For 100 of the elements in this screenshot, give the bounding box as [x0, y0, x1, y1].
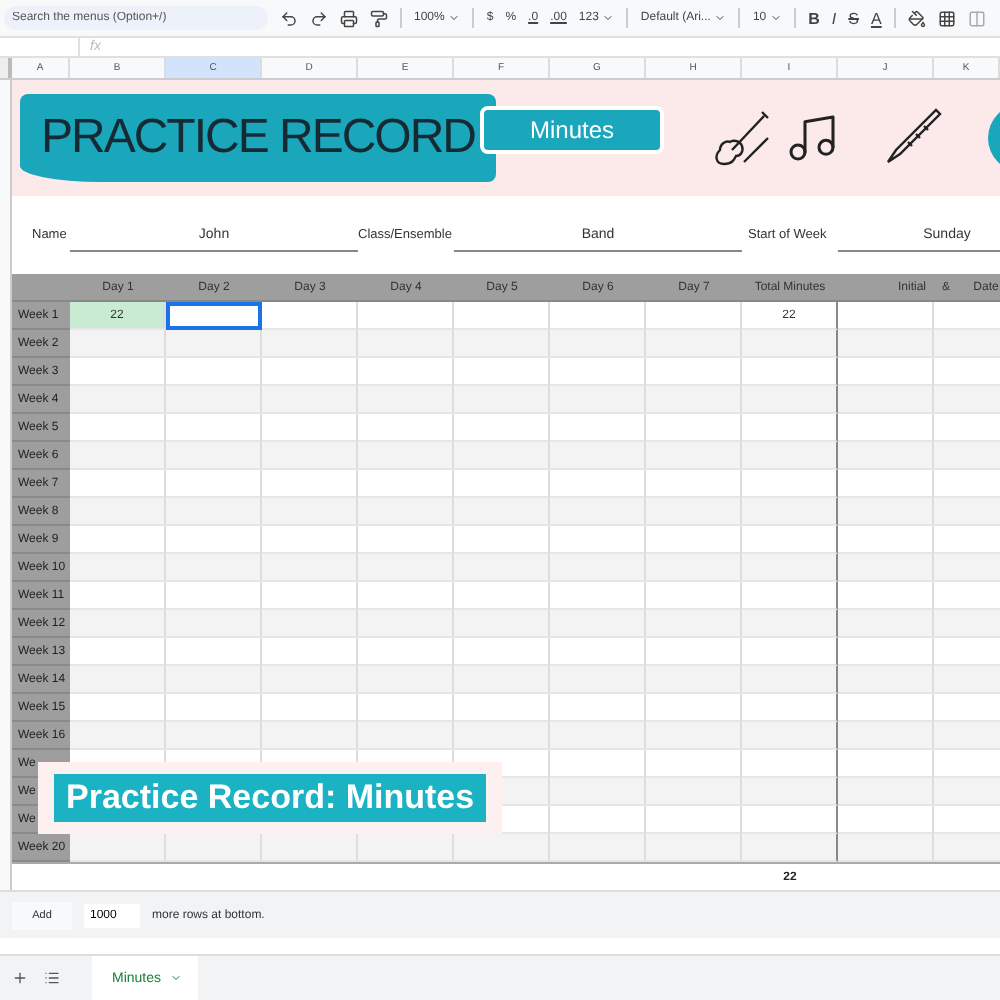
table-cell [646, 302, 742, 330]
table-cell [454, 638, 550, 666]
table-cell [262, 638, 358, 666]
table-cell [358, 498, 454, 526]
table-cell [838, 722, 934, 750]
table-cell [166, 330, 262, 358]
table-cell [166, 638, 262, 666]
table-cell [454, 414, 550, 442]
table-cell [166, 386, 262, 414]
table-cell [454, 666, 550, 694]
table-cell [550, 722, 646, 750]
table-cell [166, 442, 262, 470]
table-cell [742, 750, 838, 778]
table-cell [70, 610, 166, 638]
table-cell [646, 470, 742, 498]
table-cell [550, 386, 646, 414]
table-cell [646, 834, 742, 862]
table-cell [262, 610, 358, 638]
table-cell [742, 722, 838, 750]
table-cell [454, 498, 550, 526]
table-cell [838, 442, 934, 470]
table-cell [358, 694, 454, 722]
table-cell [358, 470, 454, 498]
table-cell [742, 442, 838, 470]
table-cell [262, 582, 358, 610]
table-cell [646, 414, 742, 442]
table-cell [550, 442, 646, 470]
table-cell [166, 666, 262, 694]
italic-button[interactable]: I [831, 9, 837, 27]
table-cell [166, 694, 262, 722]
table-cell [262, 442, 358, 470]
redo-icon[interactable] [310, 9, 328, 27]
table-cell [358, 358, 454, 386]
table-cell [70, 498, 166, 526]
table-cell [646, 750, 742, 778]
table-cell [838, 666, 934, 694]
table-cell [742, 778, 838, 806]
table-cell [838, 470, 934, 498]
caption-title: Practice Record: Minutes [54, 774, 487, 822]
table-cell [358, 302, 454, 330]
table-cell [358, 414, 454, 442]
undo-icon[interactable] [280, 9, 298, 27]
table-cell [70, 582, 166, 610]
table-cell [646, 610, 742, 638]
bold-button[interactable]: B [808, 9, 820, 27]
table-cell [742, 834, 838, 862]
table-cell [550, 806, 646, 834]
table-cell [742, 554, 838, 582]
selected-cell[interactable] [166, 302, 262, 330]
table-cell [838, 526, 934, 554]
banner-subtitle: Minutes [480, 106, 664, 154]
table-cell [70, 694, 166, 722]
table-cell [454, 694, 550, 722]
table-cell [70, 414, 166, 442]
table-cell [646, 582, 742, 610]
table-cell [70, 666, 166, 694]
table-cell [166, 470, 262, 498]
table-cell [358, 526, 454, 554]
paint-roller-icon[interactable] [370, 9, 388, 27]
table-cell [742, 386, 838, 414]
borders-icon[interactable] [937, 9, 956, 27]
table-cell [454, 442, 550, 470]
table-cell [646, 778, 742, 806]
table-cell [646, 386, 742, 414]
merge-cells-icon[interactable] [967, 9, 986, 27]
fill-color-icon[interactable] [907, 9, 926, 27]
table-cell [838, 806, 934, 834]
table-cell [646, 806, 742, 834]
table-cell [70, 442, 166, 470]
table-cell [646, 638, 742, 666]
table-cell [70, 386, 166, 414]
table-cell [742, 330, 838, 358]
strikethrough-button[interactable]: S [848, 9, 859, 27]
table-cell [742, 358, 838, 386]
table-cell [550, 750, 646, 778]
add-sheet-icon[interactable] [12, 970, 28, 986]
table-cell [838, 750, 934, 778]
table-cell [646, 526, 742, 554]
text-color-button[interactable]: A [870, 9, 882, 27]
print-icon[interactable] [340, 9, 358, 27]
table-cell [550, 470, 646, 498]
table-cell [166, 554, 262, 582]
table-cell [646, 330, 742, 358]
table-cell [550, 358, 646, 386]
table-cell [646, 666, 742, 694]
table-cell [262, 498, 358, 526]
table-cell [454, 722, 550, 750]
table-cell [742, 414, 838, 442]
table-cell [70, 470, 166, 498]
table-cell [838, 330, 934, 358]
table-cell [166, 498, 262, 526]
table-cell [166, 414, 262, 442]
table-cell [262, 386, 358, 414]
sheet-list-icon[interactable] [44, 970, 60, 986]
table-cell [838, 414, 934, 442]
table-cell [454, 582, 550, 610]
table-cell [550, 302, 646, 330]
table-cell [358, 638, 454, 666]
table-cell [358, 386, 454, 414]
table-cell [838, 582, 934, 610]
